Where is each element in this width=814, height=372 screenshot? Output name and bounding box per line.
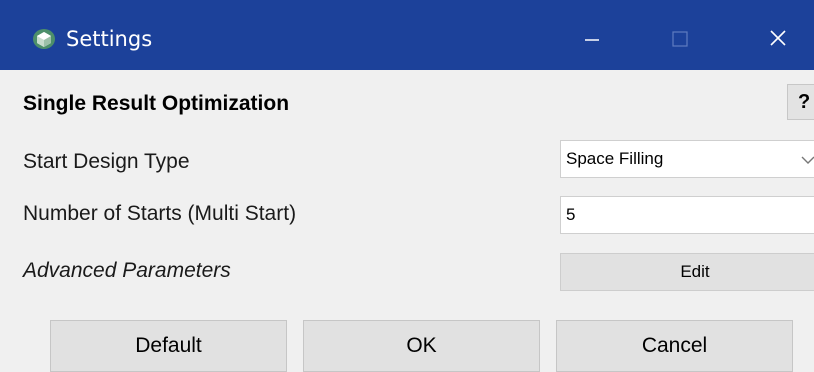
start-design-type-value: Space Filling — [566, 149, 664, 168]
start-design-type-select[interactable]: Space Filling — [560, 140, 814, 178]
number-of-starts-label: Number of Starts (Multi Start) — [23, 202, 297, 225]
minimize-icon[interactable] — [569, 18, 615, 58]
app-cube-icon — [33, 29, 55, 49]
edit-button[interactable]: Edit — [560, 253, 814, 291]
cancel-button[interactable]: Cancel — [556, 320, 793, 372]
number-of-starts-value: 5 — [566, 205, 576, 224]
chevron-down-icon[interactable] — [799, 151, 814, 169]
advanced-parameters-label: Advanced Parameters — [23, 259, 231, 282]
close-icon[interactable] — [755, 18, 801, 58]
settings-window: Settings Single Result Optimization ? St… — [0, 0, 814, 372]
help-button[interactable]: ? — [787, 84, 814, 120]
ok-button[interactable]: OK — [303, 320, 540, 372]
window-title: Settings — [66, 27, 153, 51]
maximize-icon[interactable] — [657, 18, 703, 58]
title-bar[interactable]: Settings — [0, 0, 814, 70]
default-button[interactable]: Default — [50, 320, 287, 372]
number-of-starts-field[interactable]: 5 — [560, 196, 814, 234]
start-design-type-label: Start Design Type — [23, 150, 190, 173]
section-heading: Single Result Optimization — [23, 92, 290, 115]
